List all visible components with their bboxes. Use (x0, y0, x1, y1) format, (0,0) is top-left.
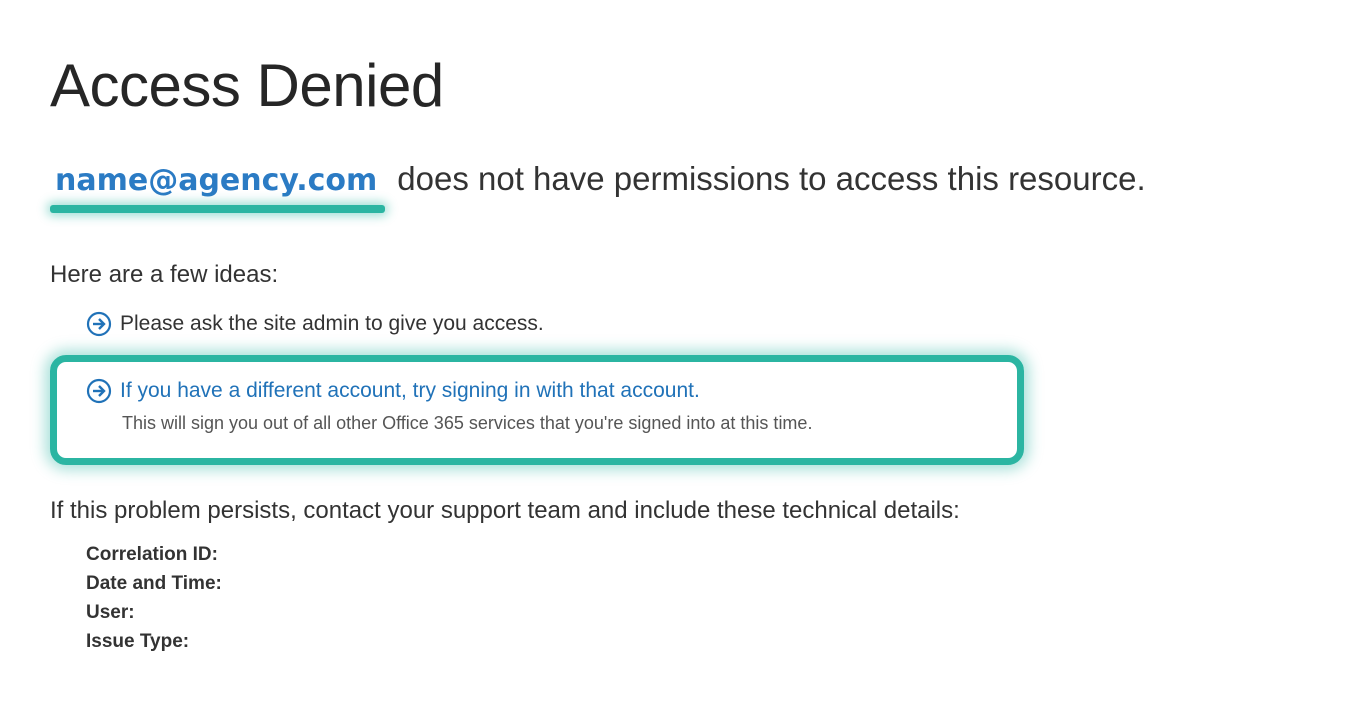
arrow-circle-right-icon (86, 311, 112, 337)
user-label: User: (86, 602, 135, 623)
highlight-box (50, 355, 1024, 465)
date-time-label: Date and Time: (86, 573, 222, 594)
email-highlight-underline (50, 205, 385, 213)
permission-denied-text: does not have permissions to access this… (397, 160, 1146, 197)
account-permission-message: name@agency.com does not have permission… (55, 160, 1146, 204)
issue-type-label: Issue Type: (86, 631, 190, 652)
page-title: Access Denied (50, 52, 444, 119)
idea-request-access-text: Please ask the site admin to give you ac… (120, 312, 544, 335)
technical-details: Correlation ID: Date and Time: User: Iss… (86, 540, 222, 656)
correlation-id-label: Correlation ID: (86, 544, 218, 565)
ideas-heading: Here are a few ideas: (50, 261, 279, 288)
user-email: name@agency.com (55, 163, 378, 198)
idea-request-access: Please ask the site admin to give you ac… (86, 311, 544, 337)
support-message: If this problem persists, contact your s… (50, 497, 960, 524)
